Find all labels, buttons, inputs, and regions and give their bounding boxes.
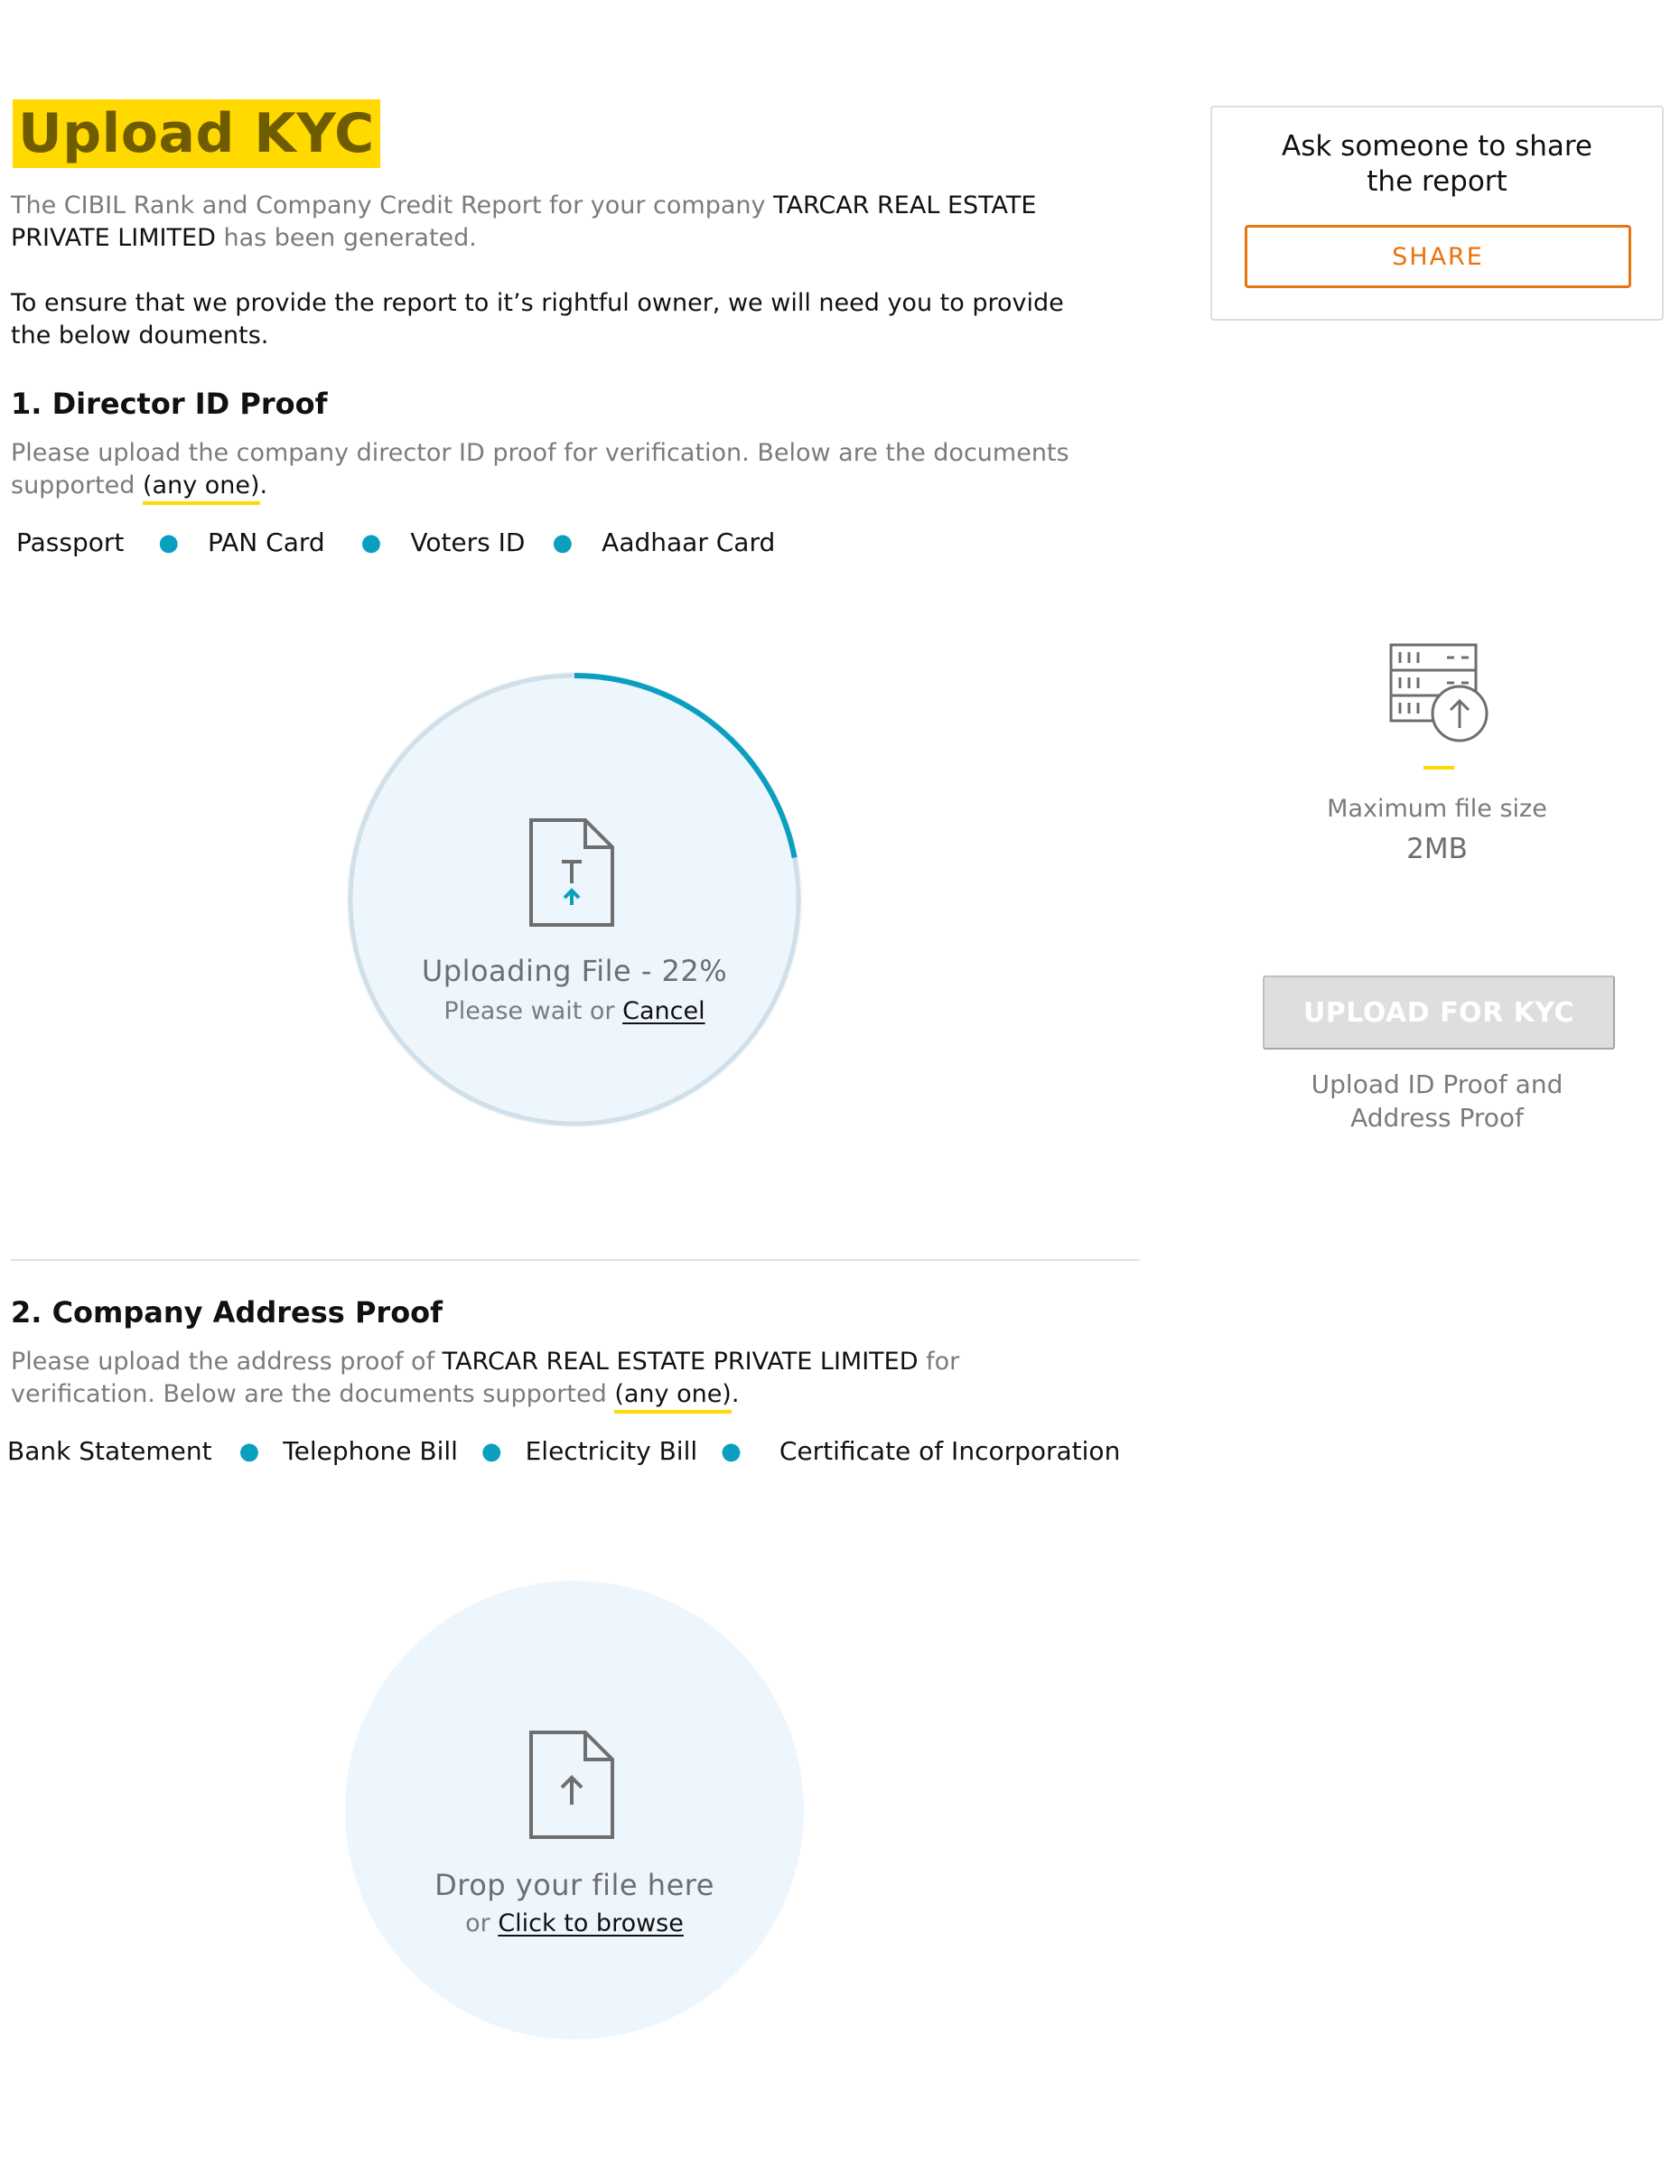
address-any-one: (any one) [614, 1380, 732, 1414]
share-report-card: Ask someone to share the report SHARE [1210, 106, 1664, 321]
director-desc-period: . [259, 471, 268, 499]
intro-generated-text: The CIBIL Rank and Company Credit Report… [11, 190, 1077, 255]
doc-bank-statement: Bank Statement [7, 1436, 212, 1466]
section-director-id-title: 1. Director ID Proof [11, 387, 328, 421]
upload-wait-text: Please wait or Cancel [347, 997, 802, 1025]
bullet-dot: ● [721, 1437, 742, 1465]
bullet-dot: ● [552, 528, 574, 556]
drop-file-text: Drop your file here [434, 1868, 714, 1902]
intro-instructions: To ensure that we provide the report to … [11, 289, 1064, 350]
bullet-dot: ● [360, 528, 382, 556]
section-address-proof-title: 2. Company Address Proof [11, 1295, 443, 1330]
doc-certificate-of-incorporation: Certificate of Incorporation [779, 1436, 1121, 1466]
section-director-id-desc: Please upload the company director ID pr… [11, 437, 1104, 505]
file-upload-icon [529, 1731, 614, 1839]
page-title: Upload KYC [18, 102, 375, 165]
share-card-title: Ask someone to share the report [1282, 130, 1592, 198]
doc-voters-id: Voters ID [410, 527, 526, 557]
share-button[interactable]: SHARE [1245, 225, 1631, 288]
address-company-name: TARCAR REAL ESTATE PRIVATE LIMITED [442, 1348, 919, 1376]
bullet-dot: ● [238, 1437, 260, 1465]
upload-for-kyc-button[interactable]: UPLOAD FOR KYC [1263, 975, 1615, 1050]
doc-electricity-bill: Electricity Bill [525, 1436, 698, 1466]
intro-suffix: has been generated. [215, 224, 477, 252]
max-file-size-label: Maximum file size [1327, 795, 1547, 823]
section-address-proof-desc: Please upload the address proof of TARCA… [11, 1346, 1022, 1414]
upload-kyc-hint: Upload ID Proof and Address Proof [1311, 1069, 1563, 1133]
director-upload-dropzone[interactable]: Uploading File - 22% Please wait or Canc… [347, 672, 802, 1127]
page-title-highlight: Upload KYC [13, 99, 380, 168]
browse-prefix: or [465, 1909, 499, 1937]
file-upload-icon [529, 818, 614, 927]
intro-prefix: The CIBIL Rank and Company Credit Report… [11, 191, 774, 219]
address-desc-prefix: Please upload the address proof of [11, 1348, 443, 1376]
upload-status-text: Uploading File - 22% [421, 954, 728, 988]
section-divider [11, 1259, 1140, 1261]
server-upload-icon [1389, 643, 1489, 742]
doc-passport: Passport [16, 527, 125, 557]
bullet-dot: ● [481, 1437, 502, 1465]
bullet-dot: ● [158, 528, 180, 556]
address-doc-list: Bank Statement ● Telephone Bill ● Electr… [7, 1436, 1120, 1466]
doc-telephone-bill: Telephone Bill [283, 1436, 458, 1466]
address-desc-period: . [731, 1380, 740, 1408]
director-doc-list: Passport ● PAN Card ● Voters ID ● Aadhaa… [16, 527, 775, 557]
max-file-size-value: 2MB [1406, 833, 1468, 865]
cancel-upload-link[interactable]: Cancel [622, 997, 705, 1025]
click-to-browse-link[interactable]: Click to browse [498, 1909, 684, 1937]
browse-text: or Click to browse [345, 1909, 804, 1937]
director-any-one: (any one) [143, 471, 260, 505]
doc-aadhaar-card: Aadhaar Card [602, 527, 776, 557]
doc-pan-card: PAN Card [208, 527, 325, 557]
accent-dash [1423, 766, 1454, 770]
address-upload-dropzone[interactable]: Drop your file here or Click to browse [345, 1581, 804, 2039]
upload-wait-prefix: Please wait or [443, 997, 623, 1025]
